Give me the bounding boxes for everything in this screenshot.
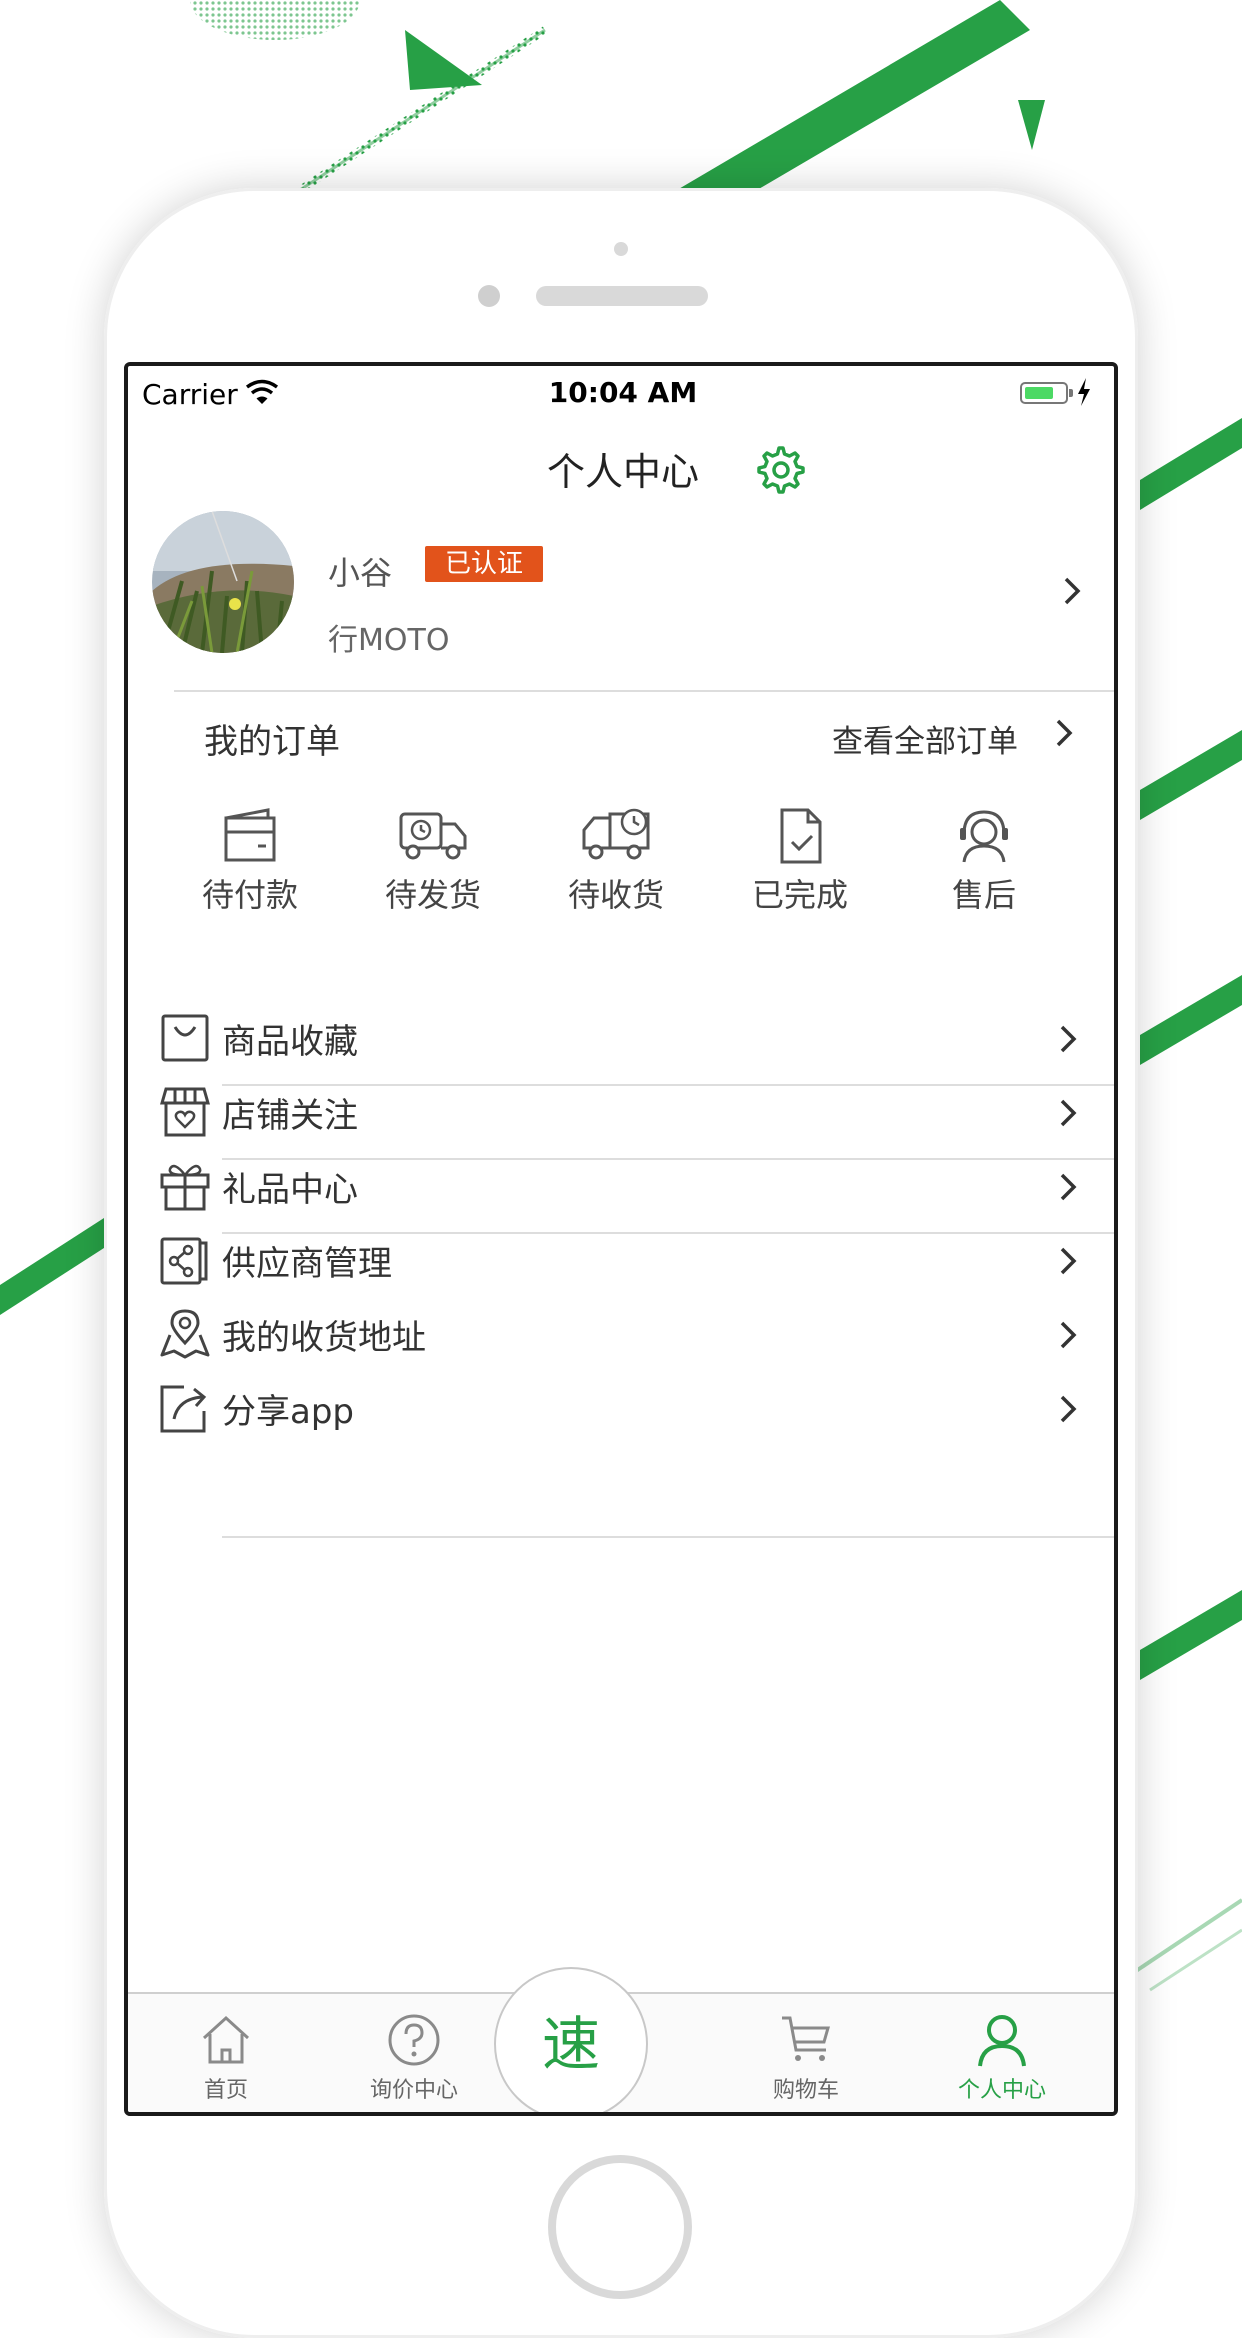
chevron-right-icon — [1056, 719, 1073, 747]
view-all-orders-link[interactable]: 查看全部订单 — [828, 714, 1114, 760]
order-status-to-receive[interactable]: 待收货 — [536, 806, 696, 916]
chevron-right-icon — [1060, 1025, 1077, 1053]
quick-action-button[interactable]: 速 — [494, 1967, 648, 2112]
gear-icon[interactable] — [754, 443, 808, 497]
wallet-icon — [224, 808, 276, 862]
profile-section[interactable]: 小谷 已认证 行MOTO — [128, 504, 1114, 684]
order-status-to-ship[interactable]: 待发货 — [353, 806, 513, 916]
page-title: 个人中心 — [546, 450, 699, 494]
charging-bolt-icon — [1078, 378, 1090, 406]
menu-item-supplier-management[interactable]: 供应商管理 — [128, 1224, 1114, 1296]
share-doc-icon — [160, 1237, 208, 1285]
quick-action-label: 速 — [541, 2010, 600, 2078]
gift-icon — [160, 1164, 210, 1211]
order-status-label: 售后 — [951, 876, 1016, 914]
phone-sensor — [614, 242, 628, 256]
app-screen: Carrier 10:04 AM 个人中心 小谷 已认证 行MOTO 我的订单 … — [124, 362, 1118, 2116]
order-status-after-sales[interactable]: 售后 — [904, 806, 1064, 916]
menu-item-label: 商品收藏 — [222, 1022, 358, 1062]
phone-home-button[interactable] — [548, 2155, 692, 2299]
chevron-right-icon — [1060, 1099, 1077, 1127]
menu-item-store-follow[interactable]: 店铺关注 — [128, 1076, 1114, 1148]
order-status-completed[interactable]: 已完成 — [720, 806, 880, 916]
menu-item-label: 我的收货地址 — [222, 1318, 426, 1358]
document-check-icon — [780, 808, 822, 864]
order-status-pending-payment[interactable]: 待付款 — [170, 806, 330, 916]
phone-camera — [478, 285, 500, 307]
location-map-icon — [160, 1309, 210, 1359]
store-icon — [160, 1087, 210, 1137]
tab-cart[interactable]: 购物车 — [716, 2012, 896, 2104]
truck-icon — [399, 812, 467, 860]
tab-profile[interactable]: 个人中心 — [912, 2012, 1092, 2104]
order-status-label: 已完成 — [751, 876, 848, 914]
home-icon — [202, 2015, 250, 2064]
headset-icon — [960, 810, 1008, 863]
divider — [222, 1536, 1114, 1538]
cart-icon — [782, 2016, 830, 2061]
menu-item-label: 店铺关注 — [222, 1096, 358, 1136]
divider — [174, 690, 1114, 692]
tab-inquiry-center[interactable]: 询价中心 — [324, 2012, 504, 2104]
chevron-right-icon — [1060, 1321, 1077, 1349]
delivery-clock-icon — [582, 808, 650, 860]
menu-item-gift-center[interactable]: 礼品中心 — [128, 1150, 1114, 1222]
bag-icon — [161, 1014, 209, 1062]
user-icon — [978, 2015, 1026, 2067]
tab-home[interactable]: 首页 — [136, 2012, 316, 2104]
chevron-right-icon — [1060, 1247, 1077, 1275]
tab-label: 个人中心 — [957, 2078, 1046, 2103]
profile-subtitle: 行MOTO — [328, 623, 450, 658]
status-time: 10:04 AM — [548, 376, 698, 409]
menu-item-label: 分享app — [222, 1392, 354, 1432]
menu-item-favorites[interactable]: 商品收藏 — [128, 1002, 1114, 1074]
chevron-right-icon — [1064, 577, 1081, 605]
export-icon — [160, 1385, 207, 1433]
avatar — [152, 511, 294, 653]
profile-name: 小谷 — [328, 554, 393, 592]
order-status-label: 待发货 — [384, 876, 481, 914]
menu-item-share-app[interactable]: 分享app — [128, 1372, 1114, 1444]
chevron-right-icon — [1060, 1395, 1077, 1423]
menu-item-label: 礼品中心 — [222, 1170, 358, 1210]
question-icon — [388, 2014, 440, 2066]
order-status-label: 待付款 — [201, 876, 298, 914]
menu-item-shipping-address[interactable]: 我的收货地址 — [128, 1298, 1114, 1370]
order-status-label: 待收货 — [567, 876, 664, 914]
phone-speaker — [536, 286, 708, 306]
verified-badge: 已认证 — [425, 546, 543, 582]
tab-label: 首页 — [203, 2078, 248, 2103]
view-all-orders-label: 查看全部订单 — [832, 724, 1018, 760]
tab-label: 询价中心 — [369, 2078, 458, 2103]
battery-icon — [1020, 382, 1073, 404]
orders-title: 我的订单 — [204, 722, 340, 762]
tab-label: 购物车 — [772, 2078, 839, 2103]
chevron-right-icon — [1060, 1173, 1077, 1201]
menu-item-label: 供应商管理 — [222, 1244, 392, 1284]
